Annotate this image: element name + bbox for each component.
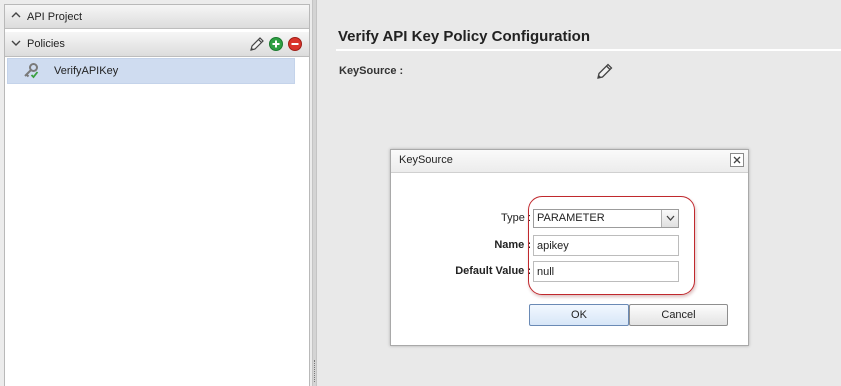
page-title: Verify API Key Policy Configuration <box>338 28 590 45</box>
keysource-dialog: KeySource Type : PARAMETER Name : Defaul… <box>390 149 749 346</box>
keysource-label: KeySource : <box>339 65 404 77</box>
policy-explorer-inner: API Project Policies VerifyAPIKey <box>4 4 310 386</box>
chevron-down-icon <box>5 39 27 50</box>
name-label: Name : <box>494 239 531 251</box>
type-select[interactable]: PARAMETER <box>533 209 679 228</box>
api-project-header[interactable]: API Project <box>5 5 309 29</box>
dialog-titlebar[interactable]: KeySource <box>391 150 748 173</box>
policy-item-label: VerifyAPIKey <box>54 65 119 77</box>
cancel-button[interactable]: Cancel <box>629 304 728 326</box>
api-project-label: API Project <box>27 10 83 23</box>
splitter-grip[interactable] <box>314 360 316 382</box>
close-icon[interactable] <box>730 153 744 167</box>
name-input[interactable] <box>533 235 679 256</box>
add-policy-icon[interactable] <box>268 36 284 52</box>
policy-item-verifyapikey[interactable]: VerifyAPIKey <box>7 58 295 84</box>
type-label: Type : <box>501 212 531 224</box>
title-divider <box>336 49 841 51</box>
chevron-up-icon <box>5 11 27 22</box>
ok-button[interactable]: OK <box>529 304 629 326</box>
policies-header[interactable]: Policies <box>5 32 309 57</box>
remove-policy-icon[interactable] <box>287 36 303 52</box>
pencil-icon[interactable] <box>595 61 615 81</box>
chevron-down-icon[interactable] <box>661 210 678 227</box>
edit-policy-icon[interactable] <box>248 35 266 53</box>
dialog-title: KeySource <box>399 154 453 166</box>
default-value-label: Default Value : <box>455 265 531 277</box>
key-check-icon <box>22 62 40 80</box>
policies-label: Policies <box>27 38 65 50</box>
default-value-input[interactable] <box>533 261 679 282</box>
type-select-value: PARAMETER <box>537 212 605 224</box>
policy-explorer-panel: API Project Policies VerifyAPIKey <box>0 0 312 386</box>
